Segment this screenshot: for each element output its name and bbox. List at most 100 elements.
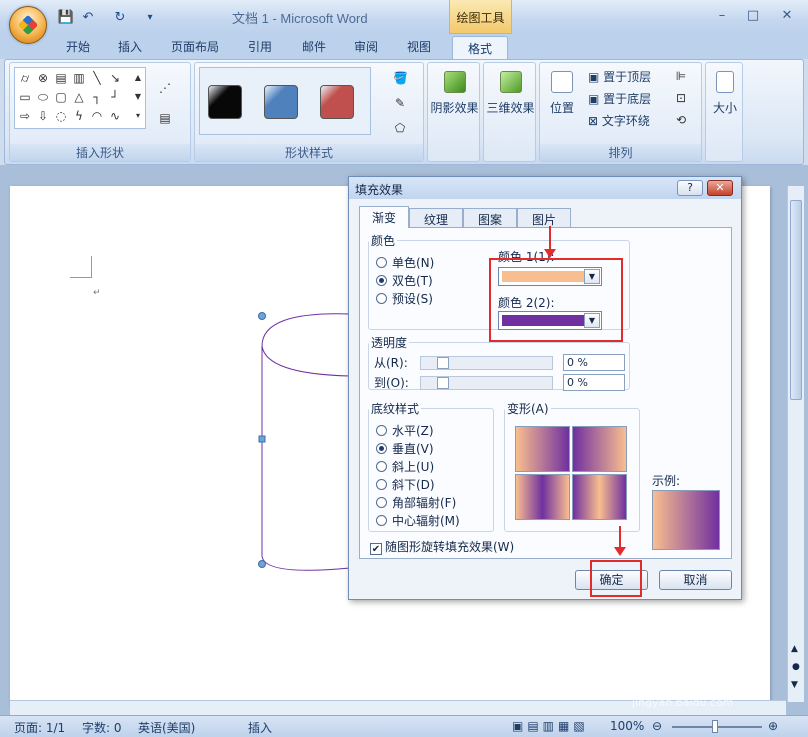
line-shape-icon[interactable]: ╲ — [90, 71, 104, 85]
from-slider[interactable] — [420, 356, 553, 370]
vertical-textbox-shape-icon[interactable]: ▥ — [72, 71, 86, 85]
rectangle-shape-icon[interactable]: ▭ — [18, 90, 32, 104]
radio-diagonal-down[interactable]: 斜下(D) — [376, 476, 435, 493]
style-swatch-blue[interactable] — [264, 85, 298, 119]
variant-2[interactable] — [572, 426, 627, 472]
maximize-button[interactable]: □ — [742, 8, 764, 24]
close-button[interactable]: ✕ — [776, 8, 798, 24]
to-slider[interactable] — [420, 376, 553, 390]
gallery-down-icon[interactable]: ▼ — [131, 90, 145, 104]
radio-preset[interactable]: 预设(S) — [376, 290, 433, 307]
help-button[interactable]: ? — [677, 180, 703, 196]
slider-thumb[interactable] — [437, 357, 449, 369]
right-arrow-shape-icon[interactable]: ⇨ — [18, 109, 32, 123]
view-buttons-icon[interactable]: ▣▤▥▦▧ — [512, 719, 589, 733]
callout-shape-icon[interactable]: ◌ — [54, 109, 68, 123]
arc-shape-icon[interactable]: ◠ — [90, 109, 104, 123]
tab-picture[interactable]: 图片 — [517, 208, 571, 228]
shape-outline-icon[interactable]: ✎ — [393, 96, 407, 110]
group-icon[interactable]: ⊡ — [674, 91, 688, 105]
rotate-icon[interactable]: ⟲ — [674, 113, 688, 127]
save-icon[interactable]: 💾 — [58, 9, 74, 25]
style-swatch-black[interactable] — [208, 85, 242, 119]
arrow-line-shape-icon[interactable]: ↘ — [108, 71, 122, 85]
redo-icon[interactable]: ↻ — [112, 9, 128, 25]
dialog-close-button[interactable]: ✕ — [707, 180, 733, 196]
prev-page-icon[interactable]: ▲ — [791, 644, 798, 654]
cancel-button[interactable]: 取消 — [659, 570, 732, 590]
tab-view[interactable]: 视图 — [407, 38, 431, 55]
language[interactable]: 英语(美国) — [138, 719, 195, 736]
tab-texture[interactable]: 纹理 — [409, 208, 463, 228]
align-icon[interactable]: ⊫ — [674, 69, 688, 83]
three-d-effects-button[interactable]: 三维效果 — [484, 63, 537, 116]
variant-3[interactable] — [515, 474, 570, 520]
tab-format[interactable]: 格式 — [452, 36, 508, 60]
customize-toolbar-icon[interactable]: ▾ — [142, 9, 158, 25]
elbow-connector-shape-icon[interactable]: ┐ — [90, 90, 104, 104]
radio-from-center[interactable]: 中心辐射(M) — [376, 512, 460, 529]
radio-one-color[interactable]: 单色(N) — [376, 254, 434, 271]
to-spinner[interactable]: 0 % — [563, 374, 625, 391]
zoom-thumb[interactable] — [712, 720, 718, 733]
tab-home[interactable]: 开始 — [66, 38, 90, 55]
bring-to-front-button[interactable]: ▣ 置于顶层 — [588, 68, 651, 85]
curve-shape-icon[interactable]: ∿ — [108, 109, 122, 123]
tab-references[interactable]: 引用 — [248, 38, 272, 55]
edit-shape-icon[interactable]: ⋰ — [158, 81, 172, 95]
size-button[interactable]: 大小 — [706, 63, 744, 116]
variant-4[interactable] — [572, 474, 627, 520]
minimize-button[interactable]: – — [711, 8, 733, 24]
zoom-in-icon[interactable]: ⊕ — [768, 719, 778, 733]
tab-mailings[interactable]: 邮件 — [302, 38, 326, 55]
scroll-thumb[interactable] — [790, 200, 802, 400]
radio-from-corner[interactable]: 角部辐射(F) — [376, 494, 456, 511]
shape-fill-icon[interactable]: 🪣 — [393, 71, 408, 85]
gallery-more-icon[interactable]: ▾ — [131, 109, 145, 123]
send-to-back-button[interactable]: ▣ 置于底层 — [588, 90, 651, 107]
gallery-up-icon[interactable]: ▲ — [131, 71, 145, 85]
tab-review[interactable]: 审阅 — [354, 38, 378, 55]
radio-diagonal-up[interactable]: 斜上(U) — [376, 458, 434, 475]
cylinder-shape-icon[interactable]: ⌭ — [18, 71, 32, 85]
text-wrapping-button[interactable]: ⊠ 文字环绕 — [588, 112, 650, 129]
triangle-shape-icon[interactable]: △ — [72, 90, 86, 104]
page-count[interactable]: 页面: 1/1 — [14, 719, 65, 736]
down-arrow-shape-icon[interactable]: ⇩ — [36, 109, 50, 123]
next-page-icon[interactable]: ▼ — [791, 680, 798, 690]
browse-object-icon[interactable]: ● — [792, 662, 800, 672]
position-button[interactable]: 位置 — [542, 63, 582, 116]
insert-mode[interactable]: 插入 — [248, 719, 272, 736]
shadow-effects-button[interactable]: 阴影效果 — [428, 63, 481, 116]
textbox-shape-icon[interactable]: ▤ — [54, 71, 68, 85]
word-count[interactable]: 字数: 0 — [82, 719, 122, 736]
zoom-level[interactable]: 100% — [610, 719, 644, 733]
variant-1[interactable] — [515, 426, 570, 472]
tab-page-layout[interactable]: 页面布局 — [171, 38, 219, 55]
radio-two-colors[interactable]: 双色(T) — [376, 272, 433, 289]
rotate-fill-checkbox[interactable]: ✔ 随图形旋转填充效果(W) — [370, 538, 514, 555]
selection-handle[interactable] — [258, 312, 266, 320]
oval-shape-icon[interactable]: ⬭ — [36, 90, 50, 104]
elbow-arrow-shape-icon[interactable]: ┘ — [108, 90, 122, 104]
tab-insert[interactable]: 插入 — [118, 38, 142, 55]
shapes-gallery[interactable]: ⌭ ⊗ ▤ ▥ ╲ ↘ ▭ ⬭ ▢ △ ┐ ┘ ⇨ ⇩ ◌ ϟ ◠ ∿ ▲ ▼ … — [14, 67, 146, 129]
tab-pattern[interactable]: 图案 — [463, 208, 517, 228]
selection-handle[interactable] — [258, 560, 266, 568]
change-shape-icon[interactable]: ⬠ — [393, 121, 407, 135]
vertical-scrollbar[interactable]: ▲ ● ▼ — [787, 186, 804, 702]
from-spinner[interactable]: 0 % — [563, 354, 625, 371]
cylinder-shape[interactable] — [252, 306, 352, 576]
style-swatch-red[interactable] — [320, 85, 354, 119]
selection-handle[interactable] — [258, 435, 266, 443]
office-button[interactable] — [9, 6, 47, 44]
tab-gradient[interactable]: 渐变 — [359, 206, 409, 228]
undo-icon[interactable]: ↶ — [80, 9, 96, 25]
slider-thumb[interactable] — [437, 377, 449, 389]
freeform-shape-icon[interactable]: ϟ — [72, 109, 86, 123]
radio-horizontal[interactable]: 水平(Z) — [376, 422, 434, 439]
draw-textbox-icon[interactable]: ▤ — [158, 111, 172, 125]
rounded-rect-shape-icon[interactable]: ▢ — [54, 90, 68, 104]
no-symbol-shape-icon[interactable]: ⊗ — [36, 71, 50, 85]
zoom-out-icon[interactable]: ⊖ — [652, 719, 662, 733]
